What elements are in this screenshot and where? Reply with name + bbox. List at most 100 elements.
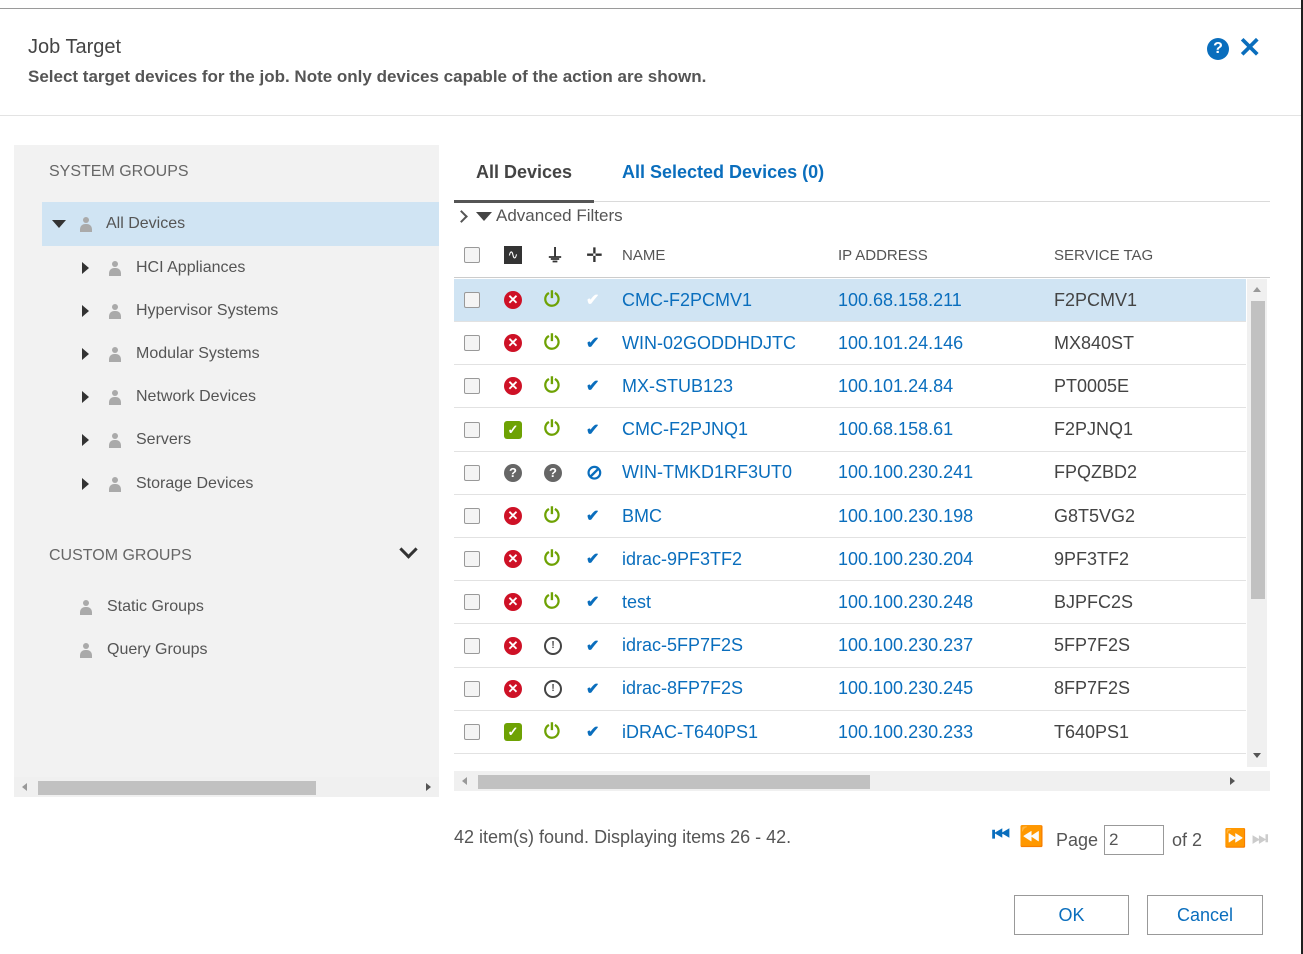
checkbox-icon[interactable] [464, 551, 480, 568]
left-horizontal-scrollbar[interactable] [14, 777, 439, 797]
checkbox-icon[interactable] [464, 292, 480, 308]
table-row[interactable]: ✕ ⏻ ✔ test 100.100.230.248 BJPFC2S [454, 581, 1246, 625]
row-checkbox[interactable] [464, 581, 480, 623]
ip-address-link[interactable]: 100.100.230.237 [838, 625, 973, 667]
table-row[interactable]: ✓ ⏻ ✔ iDRAC-T640PS1 100.100.230.233 T640PS1 [454, 711, 1246, 754]
cancel-button[interactable]: Cancel [1147, 895, 1263, 935]
close-x-icon[interactable]: ✕ [1238, 33, 1261, 63]
connection-column-header[interactable]: ✛ [586, 234, 603, 276]
tree-item-static-groups[interactable]: Static Groups [80, 585, 204, 629]
tree-item-modular-systems[interactable]: Modular Systems [82, 332, 260, 376]
device-name-link[interactable]: CMC-F2PCMV1 [622, 279, 752, 321]
scroll-left-arrow-icon[interactable] [22, 783, 27, 791]
caret-right-icon[interactable] [82, 348, 89, 360]
question-circle-icon[interactable]: ? [1207, 38, 1229, 60]
tree-item-servers[interactable]: Servers [82, 418, 191, 462]
tab-all-selected-devices[interactable]: All Selected Devices (0) [622, 162, 824, 183]
device-name-link[interactable]: idrac-9PF3TF2 [622, 538, 742, 580]
scroll-thumb[interactable] [478, 775, 870, 789]
next-page-icon[interactable]: ⏩ [1224, 828, 1246, 849]
table-row[interactable]: ✕! ✔ idrac-5FP7F2S 100.100.230.237 5FP7F2S [454, 625, 1246, 668]
tree-item-network-devices[interactable]: Network Devices [82, 375, 256, 419]
checkbox-icon[interactable] [464, 594, 480, 611]
chevron-down-icon[interactable] [399, 540, 418, 559]
tree-item-hci-appliances[interactable]: HCI Appliances [82, 246, 245, 290]
table-vertical-scrollbar[interactable] [1247, 279, 1267, 767]
ip-address-link[interactable]: 100.68.158.211 [838, 279, 962, 321]
tree-item-storage-devices[interactable]: Storage Devices [82, 462, 253, 506]
service-tag-column-header[interactable]: SERVICE TAG [1054, 234, 1153, 276]
ip-address-link[interactable]: 100.101.24.146 [838, 322, 963, 364]
tree-item-hypervisor-systems[interactable]: Hypervisor Systems [82, 289, 278, 333]
checkbox-icon[interactable] [464, 247, 480, 263]
device-name-link[interactable]: iDRAC-T640PS1 [622, 711, 758, 753]
table-row[interactable]: ✕ ⏻ ✔ BMC 100.100.230.198 G8T5VG2 [454, 495, 1246, 538]
device-name-link[interactable]: MX-STUB123 [622, 365, 733, 407]
caret-right-icon[interactable] [82, 478, 89, 490]
tree-item-all-devices[interactable]: All Devices [42, 202, 439, 246]
row-checkbox[interactable] [464, 365, 480, 407]
device-name-link[interactable]: WIN-02GODDHDJTC [622, 322, 796, 364]
device-name-link[interactable]: test [622, 581, 651, 623]
row-checkbox[interactable] [464, 538, 480, 580]
scroll-left-arrow-icon[interactable] [462, 777, 467, 785]
caret-right-icon[interactable] [82, 434, 89, 446]
first-page-icon[interactable]: ⏮ [992, 824, 1010, 847]
checkbox-icon[interactable] [464, 637, 480, 654]
row-checkbox[interactable] [464, 409, 480, 451]
advanced-filters-toggle[interactable]: Advanced Filters [455, 206, 623, 226]
name-column-header[interactable]: NAME [622, 234, 665, 276]
scroll-down-arrow-icon[interactable] [1253, 753, 1261, 758]
ok-button[interactable]: OK [1014, 895, 1129, 935]
ip-address-link[interactable]: 100.101.24.84 [838, 365, 953, 407]
ip-address-link[interactable]: 100.100.230.245 [838, 668, 973, 710]
row-checkbox[interactable] [464, 452, 480, 494]
caret-right-icon[interactable] [82, 391, 89, 403]
scroll-right-arrow-icon[interactable] [1230, 777, 1235, 785]
ip-address-link[interactable]: 100.100.230.204 [838, 538, 973, 580]
row-checkbox[interactable] [464, 625, 480, 667]
page-number-input[interactable] [1104, 825, 1164, 855]
row-checkbox[interactable] [464, 668, 480, 710]
row-checkbox[interactable] [464, 711, 480, 753]
checkbox-icon[interactable] [464, 464, 480, 481]
previous-page-icon[interactable]: ⏪ [1019, 824, 1044, 849]
device-name-link[interactable]: WIN-TMKD1RF3UT0 [622, 452, 792, 494]
caret-down-icon[interactable] [52, 220, 66, 228]
device-name-link[interactable]: idrac-5FP7F2S [622, 625, 743, 667]
scroll-thumb[interactable] [38, 781, 316, 795]
device-name-link[interactable]: BMC [622, 495, 662, 537]
table-row[interactable]: ?? ⊘ WIN-TMKD1RF3UT0 100.100.230.241 FPQZBD2 [454, 452, 1246, 495]
caret-right-icon[interactable] [82, 262, 89, 274]
tree-item-query-groups[interactable]: Query Groups [80, 628, 207, 672]
ip-address-link[interactable]: 100.100.230.248 [838, 581, 973, 623]
table-horizontal-scrollbar[interactable] [454, 771, 1270, 791]
checkbox-icon[interactable] [464, 335, 480, 352]
row-checkbox[interactable] [464, 279, 480, 321]
scroll-thumb[interactable] [1251, 301, 1265, 599]
checkbox-icon[interactable] [464, 680, 480, 697]
ip-address-link[interactable]: 100.100.230.198 [838, 495, 973, 537]
checkbox-icon[interactable] [464, 724, 480, 740]
power-column-header[interactable]: ⏚ [546, 234, 564, 276]
table-row[interactable]: ✕! ✔ idrac-8FP7F2S 100.100.230.245 8FP7F2S [454, 668, 1246, 711]
table-row[interactable]: ✓ ⏻ ✔ CMC-F2PJNQ1 100.68.158.61 F2PJNQ1 [454, 409, 1246, 452]
device-name-link[interactable]: idrac-8FP7F2S [622, 668, 743, 710]
caret-right-icon[interactable] [82, 305, 89, 317]
health-column-header[interactable]: ∿ [504, 234, 522, 276]
ip-address-link[interactable]: 100.100.230.241 [838, 452, 973, 494]
ip-column-header[interactable]: IP ADDRESS [838, 234, 928, 276]
checkbox-icon[interactable] [464, 508, 480, 524]
table-row[interactable]: ✕ ⏻ ✔ idrac-9PF3TF2 100.100.230.204 9PF3TF2 [454, 538, 1246, 582]
device-name-link[interactable]: CMC-F2PJNQ1 [622, 409, 748, 451]
tab-all-devices[interactable]: All Devices [476, 162, 572, 183]
ip-address-link[interactable]: 100.68.158.61 [838, 409, 953, 451]
checkbox-icon[interactable] [464, 378, 480, 395]
scroll-up-arrow-icon[interactable] [1253, 287, 1261, 292]
select-all-checkbox[interactable] [464, 234, 480, 276]
table-row[interactable]: ✕ ⏻ ✔ WIN-02GODDHDJTC 100.101.24.146 MX840ST [454, 322, 1246, 366]
checkbox-icon[interactable] [464, 421, 480, 438]
last-page-icon[interactable]: ⏭ [1252, 828, 1268, 849]
row-checkbox[interactable] [464, 495, 480, 537]
row-checkbox[interactable] [464, 322, 480, 364]
